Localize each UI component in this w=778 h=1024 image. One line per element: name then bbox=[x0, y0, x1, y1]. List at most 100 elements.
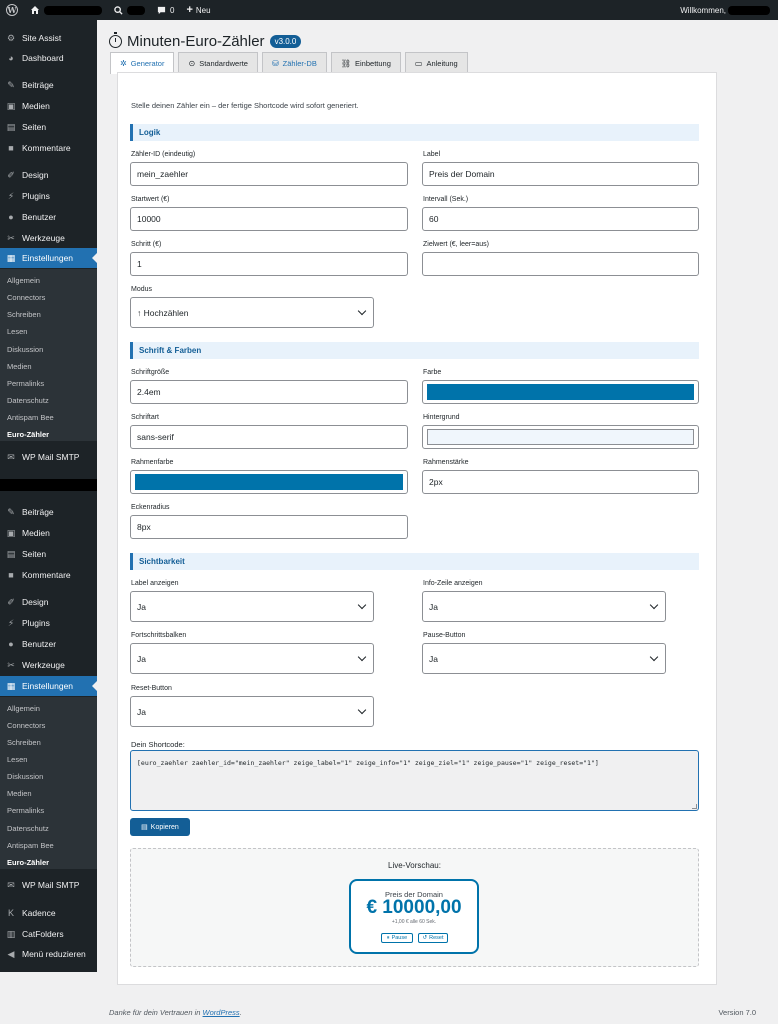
resize-grip-icon[interactable] bbox=[692, 804, 697, 809]
submenu-medien-2[interactable]: Medien bbox=[0, 785, 97, 802]
sidebar-item-kadence[interactable]: K Kadence bbox=[0, 903, 97, 923]
sidebar-item-seiten[interactable]: ▤ Seiten bbox=[0, 117, 97, 137]
sidebar-item-plugins-2[interactable]: ⚡ Plugins bbox=[0, 613, 97, 633]
shortcode-textarea[interactable]: [euro_zaehler zaehler_id="mein_zaehler" … bbox=[130, 750, 699, 811]
tab-standardwerte[interactable]: ⊙ Standardwerte bbox=[178, 52, 258, 73]
tab-bar: ✲ Generator ⊙ Standardwerte ⛁ Zähler-DB ⛓ Ei… bbox=[110, 52, 468, 74]
intervall-input[interactable]: 60 bbox=[422, 207, 699, 231]
fortschritt-select[interactable]: Ja bbox=[130, 643, 374, 674]
sidebar-item-kommentare-2[interactable]: ■ Kommentare bbox=[0, 565, 97, 585]
submenu-connectors-2[interactable]: Connectors bbox=[0, 717, 97, 734]
sidebar-item-kommentare[interactable]: ■ Kommentare bbox=[0, 138, 97, 158]
sidebar-item-design-2[interactable]: ✐ Design bbox=[0, 592, 97, 612]
zaehler-id-input[interactable]: mein_zaehler bbox=[130, 162, 408, 186]
info-zeile-select[interactable]: Ja bbox=[422, 591, 666, 622]
stopwatch-icon bbox=[109, 31, 122, 48]
schriftart-input[interactable]: sans-serif bbox=[130, 425, 408, 449]
submenu-lesen-2[interactable]: Lesen bbox=[0, 751, 97, 768]
sidebar-item-dashboard[interactable]: ◕ Dashboard bbox=[0, 48, 97, 68]
sidebar-item-werkzeuge-2[interactable]: ✂ Werkzeuge bbox=[0, 655, 97, 675]
database-icon: ⛁ bbox=[271, 58, 279, 68]
hintergrund-color-picker[interactable] bbox=[422, 425, 699, 449]
sidebar-item-plugins[interactable]: ⚡ Plugins bbox=[0, 186, 97, 206]
clipboard-icon: ▤ bbox=[141, 824, 148, 831]
submenu-euro-zaehler-2[interactable]: Euro-Zähler bbox=[0, 854, 97, 871]
submenu-schreiben[interactable]: Schreiben bbox=[0, 306, 97, 323]
pause-label: Pause bbox=[391, 935, 408, 941]
tab-generator[interactable]: ✲ Generator bbox=[110, 52, 175, 74]
schriftgroesse-input[interactable]: 2.4em bbox=[130, 380, 408, 404]
submenu-antispam-bee-2[interactable]: Antispam Bee bbox=[0, 837, 97, 854]
site-home-menu[interactable] bbox=[24, 0, 108, 20]
sidebar-item-benutzer[interactable]: ● Benutzer bbox=[0, 207, 97, 227]
submenu-euro-zaehler[interactable]: Euro-Zähler bbox=[0, 426, 97, 443]
preview-pause-button[interactable]: ⏸ Pause bbox=[381, 933, 413, 943]
search-menu[interactable] bbox=[108, 0, 151, 20]
rahmenstaerke-input[interactable]: 2px bbox=[422, 470, 699, 494]
preview-reset-button[interactable]: ↺ Reset bbox=[418, 933, 448, 943]
label-anzeigen-select[interactable]: Ja bbox=[130, 591, 374, 622]
sidebar-item-werkzeuge[interactable]: ✂ Werkzeuge bbox=[0, 228, 97, 248]
submenu-medien[interactable]: Medien bbox=[0, 358, 97, 375]
tab-zaehler-db[interactable]: ⛁ Zähler-DB bbox=[261, 52, 327, 73]
tab-anleitung[interactable]: ▭ Anleitung bbox=[404, 52, 468, 73]
sidebar-item-medien[interactable]: ▣ Medien bbox=[0, 96, 97, 116]
tab-label: Einbettung bbox=[355, 58, 391, 68]
pause-button-select[interactable]: Ja bbox=[422, 643, 666, 674]
sidebar-item-benutzer-2[interactable]: ● Benutzer bbox=[0, 634, 97, 654]
submenu-datenschutz-2[interactable]: Datenschutz bbox=[0, 820, 97, 837]
settings-icon: ▦ bbox=[6, 681, 16, 691]
chevron-down-icon bbox=[649, 652, 659, 662]
media-icon: ▣ bbox=[6, 101, 16, 111]
sidebar-item-wp-mail-smtp[interactable]: ✉ WP Mail SMTP bbox=[0, 447, 97, 467]
label-input[interactable]: Preis der Domain bbox=[422, 162, 699, 186]
sidebar-item-seiten-2[interactable]: ▤ Seiten bbox=[0, 544, 97, 564]
submenu-antispam-bee[interactable]: Antispam Bee bbox=[0, 409, 97, 426]
submenu-allgemein-2[interactable]: Allgemein bbox=[0, 700, 97, 717]
submenu-diskussion-2[interactable]: Diskussion bbox=[0, 768, 97, 785]
sidebar-item-catfolders[interactable]: ▥ CatFolders bbox=[0, 924, 97, 944]
wordpress-link[interactable]: WordPress bbox=[203, 1008, 240, 1017]
schritt-input[interactable]: 1 bbox=[130, 252, 408, 276]
submenu-allgemein[interactable]: Allgemein bbox=[0, 272, 97, 289]
sidebar-item-medien-2[interactable]: ▣ Medien bbox=[0, 523, 97, 543]
sidebar-item-design[interactable]: ✐ Design bbox=[0, 165, 97, 185]
new-content-menu[interactable]: + Neu bbox=[180, 0, 216, 20]
submenu-connectors[interactable]: Connectors bbox=[0, 289, 97, 306]
sidebar-item-einstellungen-2[interactable]: ▦ Einstellungen bbox=[0, 676, 97, 696]
reset-button-select[interactable]: Ja bbox=[130, 696, 374, 727]
sidebar-item-label: Beiträge bbox=[22, 507, 54, 517]
submenu-permalinks-2[interactable]: Permalinks bbox=[0, 802, 97, 819]
sidebar-item-einstellungen[interactable]: ▦ Einstellungen bbox=[0, 248, 97, 268]
submenu-schreiben-2[interactable]: Schreiben bbox=[0, 734, 97, 751]
submenu-diskussion[interactable]: Diskussion bbox=[0, 341, 97, 358]
sidebar-item-label: Benutzer bbox=[22, 639, 57, 649]
sidebar-item-label: Kommentare bbox=[22, 143, 71, 153]
farbe-color-picker[interactable] bbox=[422, 380, 699, 404]
zielwert-input[interactable] bbox=[422, 252, 699, 276]
rahmenfarbe-color-picker[interactable] bbox=[130, 470, 408, 494]
account-menu[interactable]: Willkommen, bbox=[680, 5, 778, 15]
sidebar-item-wp-mail-smtp-2[interactable]: ✉ WP Mail SMTP bbox=[0, 875, 97, 895]
wp-logo-menu[interactable]: W bbox=[0, 0, 24, 20]
sidebar-item-label: WP Mail SMTP bbox=[22, 880, 80, 890]
brush-icon: ✐ bbox=[7, 597, 15, 607]
modus-select[interactable]: ↑ Hochzählen bbox=[130, 297, 374, 328]
startwert-input[interactable]: 10000 bbox=[130, 207, 408, 231]
footer-thanks: Danke für dein Vertrauen in WordPress. bbox=[109, 1008, 242, 1017]
sidebar-collapse-menu[interactable]: ◀ Menü reduzieren bbox=[0, 944, 97, 964]
defaults-icon: ⊙ bbox=[188, 58, 196, 68]
copy-button[interactable]: ▤ Kopieren bbox=[130, 818, 190, 836]
sidebar-item-site-assist[interactable]: ⚙ Site Assist bbox=[0, 28, 97, 48]
eckenradius-input[interactable]: 8px bbox=[130, 515, 408, 539]
submenu-lesen[interactable]: Lesen bbox=[0, 323, 97, 340]
comments-count: 0 bbox=[170, 5, 175, 15]
submenu-datenschutz[interactable]: Datenschutz bbox=[0, 392, 97, 409]
comments-menu[interactable]: 0 bbox=[151, 0, 180, 20]
comment-bubble-icon bbox=[157, 6, 166, 14]
submenu-permalinks[interactable]: Permalinks bbox=[0, 375, 97, 392]
gear-icon: ⚙ bbox=[6, 33, 16, 43]
tab-einbettung[interactable]: ⛓ Einbettung bbox=[330, 52, 401, 73]
sidebar-item-beitraege[interactable]: ✎ Beiträge bbox=[0, 75, 97, 95]
sidebar-item-beitraege-2[interactable]: ✎ Beiträge bbox=[0, 502, 97, 522]
